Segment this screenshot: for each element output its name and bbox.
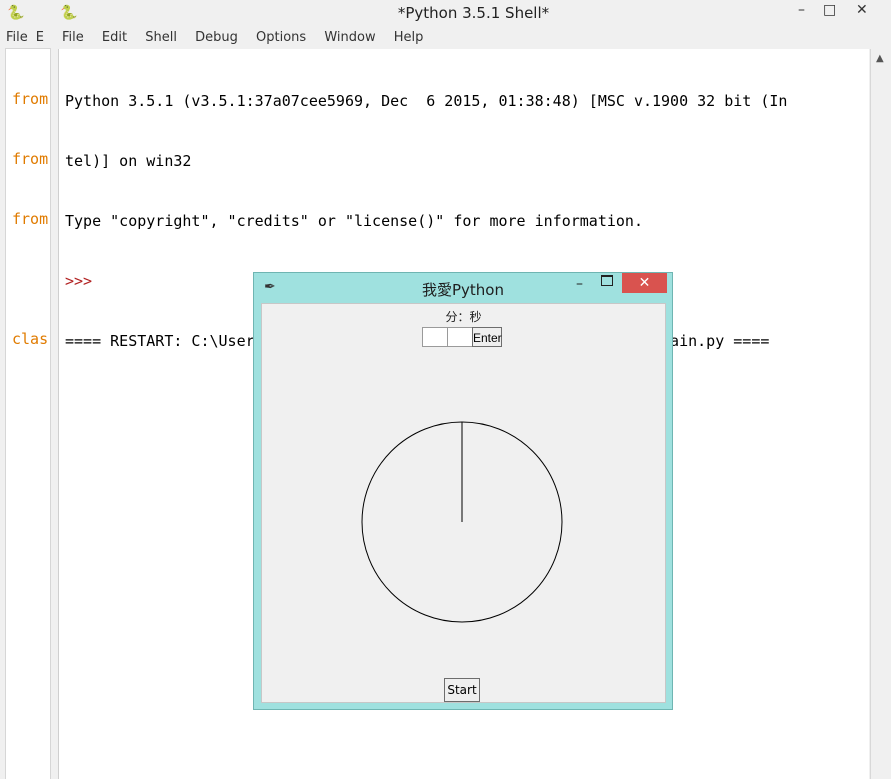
code-line: from	[12, 150, 49, 168]
shell-output-line: Type "copyright", "credits" or "license(…	[65, 212, 643, 230]
maximize-icon[interactable]: □	[823, 2, 836, 18]
shell-scrollbar[interactable]: ▲	[870, 49, 891, 779]
menu-file[interactable]: File	[62, 28, 84, 48]
code-line: from	[12, 90, 49, 108]
python-app-icon: 🐍	[7, 5, 25, 21]
tk-client-area: 分：秒 Enter Start	[261, 303, 666, 703]
shell-output-line: Python 3.5.1 (v3.5.1:37a07cee5969, Dec 6…	[65, 92, 788, 110]
minimize-icon[interactable]: –	[798, 2, 805, 18]
background-titlebar[interactable]: 🐍	[0, 0, 56, 28]
menu-help[interactable]: Help	[394, 28, 424, 48]
menu-window[interactable]: Window	[324, 28, 375, 48]
clock-canvas	[361, 421, 563, 623]
code-line: from	[12, 210, 49, 228]
bg-menu-file[interactable]: File	[6, 30, 28, 45]
background-menubar: File E	[0, 28, 56, 48]
tk-close-button[interactable]: ✕	[622, 273, 667, 293]
scroll-up-icon[interactable]: ▲	[876, 53, 884, 64]
shell-titlebar[interactable]: 🐍 *Python 3.5.1 Shell* – □ ✕	[56, 0, 891, 28]
bg-menu-edit[interactable]: E	[36, 30, 44, 45]
menu-options[interactable]: Options	[256, 28, 306, 48]
menu-debug[interactable]: Debug	[195, 28, 238, 48]
shell-menubar: File Edit Shell Debug Options Window Hel…	[56, 28, 891, 48]
background-code-area[interactable]: from from from clas	[5, 48, 51, 779]
background-editor-window[interactable]: 🐍 File E from from from clas	[0, 0, 57, 779]
menu-edit[interactable]: Edit	[102, 28, 127, 48]
shell-title: *Python 3.5.1 Shell*	[397, 4, 550, 22]
shell-output-line: tel)] on win32	[65, 152, 192, 170]
tk-app-window[interactable]: ✒ 我愛Python – ✕ 分：秒 Enter Start	[253, 272, 673, 710]
tk-maximize-icon[interactable]	[601, 275, 613, 286]
code-line: clas	[12, 330, 49, 348]
menu-shell[interactable]: Shell	[145, 28, 177, 48]
start-button[interactable]: Start	[444, 678, 480, 702]
tk-minimize-icon[interactable]: –	[576, 276, 583, 292]
close-icon[interactable]: ✕	[856, 2, 868, 18]
